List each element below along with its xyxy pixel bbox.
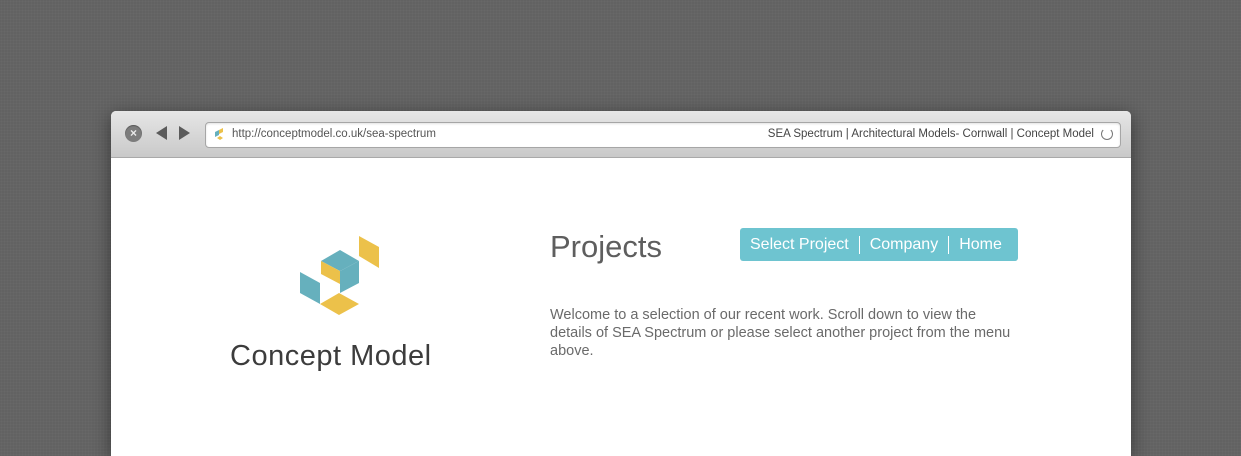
favicon-icon: [215, 128, 223, 140]
project-menu: Select Project Company Home: [740, 228, 1018, 261]
back-arrow-icon[interactable]: [156, 126, 167, 140]
forward-arrow-icon[interactable]: [179, 126, 190, 140]
concept-model-logo: [300, 236, 379, 315]
intro-text: Welcome to a selection of our recent wor…: [550, 307, 1011, 359]
brand-name: Concept Model: [230, 340, 432, 372]
menu-item-home[interactable]: Home: [949, 236, 1012, 254]
page-title-text: SEA Spectrum | Architectural Models- Cor…: [767, 128, 1094, 140]
reload-icon[interactable]: [1101, 128, 1113, 140]
address-bar[interactable]: http://conceptmodel.co.uk/sea-spectrum S…: [205, 122, 1121, 148]
page-heading: Projects: [550, 229, 662, 264]
menu-item-company[interactable]: Company: [860, 236, 948, 254]
url-text[interactable]: http://conceptmodel.co.uk/sea-spectrum: [232, 128, 436, 140]
close-icon[interactable]: ×: [125, 125, 142, 142]
menu-item-select-project[interactable]: Select Project: [740, 236, 859, 254]
browser-toolbar: × http://conceptmodel.co.uk/sea-spectrum…: [111, 111, 1131, 158]
browser-window: × http://conceptmodel.co.uk/sea-spectrum…: [111, 111, 1131, 456]
